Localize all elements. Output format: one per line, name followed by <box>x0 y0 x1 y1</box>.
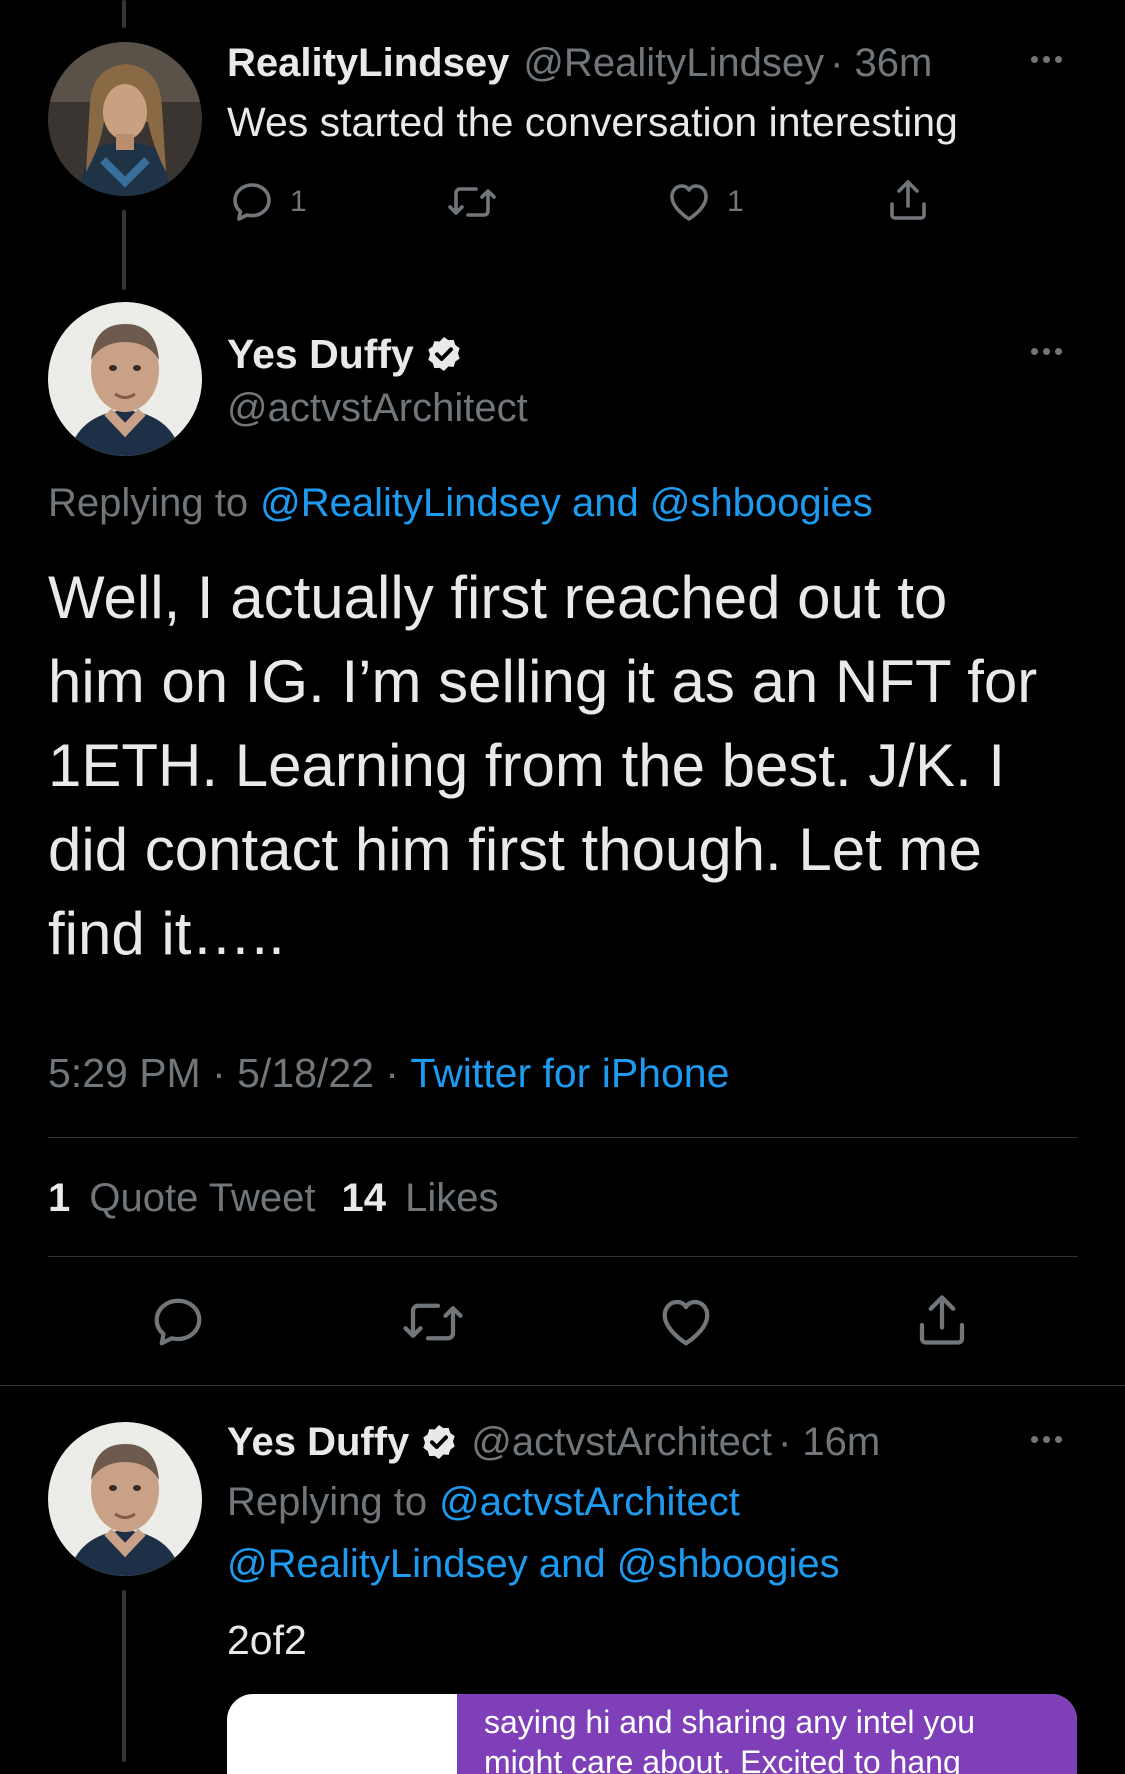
tweet1-like-count: 1 <box>727 185 744 218</box>
main-tweet-text-line: him on IG. I’m selling it as an NFT for <box>48 648 1038 715</box>
main-tweet-text-line: 1ETH. Learning from the best. J/K. I <box>48 732 1006 799</box>
main-tweet-replying: Replying to @RealityLindsey and @shboogi… <box>48 476 873 530</box>
tweet3-display-name[interactable]: Yes Duffy <box>227 1420 409 1465</box>
heart-icon <box>670 184 708 221</box>
tweet1-retweet-button[interactable] <box>446 178 498 226</box>
main-tweet-stats: 1 Quote Tweet 14 Likes <box>48 1172 498 1224</box>
thread-line-bottom <box>122 1590 126 1762</box>
retweet-icon <box>403 1303 463 1341</box>
divider <box>0 1385 1125 1386</box>
heart-icon <box>662 1299 710 1346</box>
message-bubble: saying hi and sharing any intel you migh… <box>457 1694 1077 1774</box>
avatar-yes-duffy[interactable] <box>48 302 202 456</box>
main-tweet-text-line: did contact him first though. Let me <box>48 816 982 883</box>
tweet3-time[interactable]: · 16m <box>778 1420 880 1465</box>
main-tweet-display-name[interactable]: Yes Duffy <box>227 331 414 378</box>
tweet1-handle[interactable]: @RealityLindsey <box>523 41 824 86</box>
avatar-reality-lindsey[interactable] <box>48 42 202 196</box>
main-tweet-like-button[interactable] <box>656 1292 716 1352</box>
main-tweet-text-line: find it….. <box>48 900 285 967</box>
main-tweet-share-button[interactable] <box>912 1290 972 1350</box>
tweet1-reply-count: 1 <box>290 185 307 218</box>
tweet3-header: Yes Duffy @actvstArchitect · 16m <box>227 1416 880 1468</box>
thread-line-top <box>122 0 126 28</box>
tweet1-share-button[interactable] <box>884 176 932 224</box>
quote-count: 1 <box>48 1175 71 1220</box>
quote-tweet-stat[interactable]: 1 Quote Tweet <box>48 1176 315 1221</box>
verified-icon <box>423 1425 455 1459</box>
main-tweet-name-row: Yes Duffy <box>227 328 464 380</box>
reply-icon <box>233 183 271 221</box>
main-tweet-replying-to[interactable]: @RealityLindsey and @shboogies <box>260 481 873 526</box>
quote-label: Quote Tweet <box>89 1175 316 1220</box>
likes-stat[interactable]: 14 Likes <box>341 1176 498 1221</box>
main-tweet-handle[interactable]: @actvstArchitect <box>227 383 528 433</box>
tweet1-time[interactable]: · 36m <box>830 41 932 86</box>
main-tweet-meta: 5:29 PM · 5/18/22 · Twitter for iPhone <box>48 1046 729 1100</box>
tweet3-replying-to-1[interactable]: @actvstArchitect <box>439 1480 740 1525</box>
tweet1-display-name[interactable]: RealityLindsey <box>227 41 509 86</box>
tweet3-replying-prefix: Replying to <box>227 1479 428 1524</box>
tweet1-reply-button[interactable]: 1 <box>228 178 307 226</box>
avatar-yes-duffy[interactable] <box>48 1422 202 1576</box>
main-tweet-reply-button[interactable] <box>148 1292 208 1352</box>
message-bubble-line: might care about. Excited to hang <box>484 1744 961 1774</box>
tweet3-text: 2of2 <box>227 1617 307 1663</box>
main-tweet-timestamp[interactable]: 5:29 PM · 5/18/22 · <box>48 1050 410 1097</box>
main-tweet-replying-prefix: Replying to <box>48 480 249 525</box>
divider <box>48 1256 1078 1257</box>
likes-count: 14 <box>341 1175 386 1220</box>
verified-icon <box>428 337 460 371</box>
tweet3-media-image[interactable]: saying hi and sharing any intel you migh… <box>227 1694 1077 1774</box>
main-tweet-text: Well, I actually first reached out to hi… <box>48 556 1037 976</box>
tweet3-handle[interactable]: @actvstArchitect <box>471 1420 772 1465</box>
likes-label: Likes <box>405 1175 499 1220</box>
reply-icon <box>154 1298 202 1346</box>
thread-line-between <box>122 210 126 290</box>
tweet1-like-button[interactable]: 1 <box>665 178 744 226</box>
message-bubble-line: saying hi and sharing any intel you <box>484 1704 975 1740</box>
main-tweet-retweet-button[interactable] <box>400 1292 466 1352</box>
share-icon <box>919 1295 965 1345</box>
main-tweet-text-line: Well, I actually first reached out to <box>48 564 948 631</box>
main-tweet-source[interactable]: Twitter for iPhone <box>410 1050 729 1097</box>
tweet3-replying: Replying to @actvstArchitect <box>227 1476 740 1528</box>
tweet1-text: Wes started the conversation interesting <box>227 99 958 145</box>
share-icon <box>890 180 926 220</box>
tweet1-more-icon[interactable] <box>1031 56 1062 63</box>
tweet3-more-icon[interactable] <box>1031 1436 1062 1443</box>
tweet3-replying-to-2[interactable]: @RealityLindsey and @shboogies <box>227 1538 840 1590</box>
retweet-icon <box>448 187 496 217</box>
divider <box>48 1137 1078 1138</box>
main-tweet-more-icon[interactable] <box>1031 348 1062 355</box>
tweet1-header: RealityLindsey @RealityLindsey · 36m <box>227 38 932 88</box>
